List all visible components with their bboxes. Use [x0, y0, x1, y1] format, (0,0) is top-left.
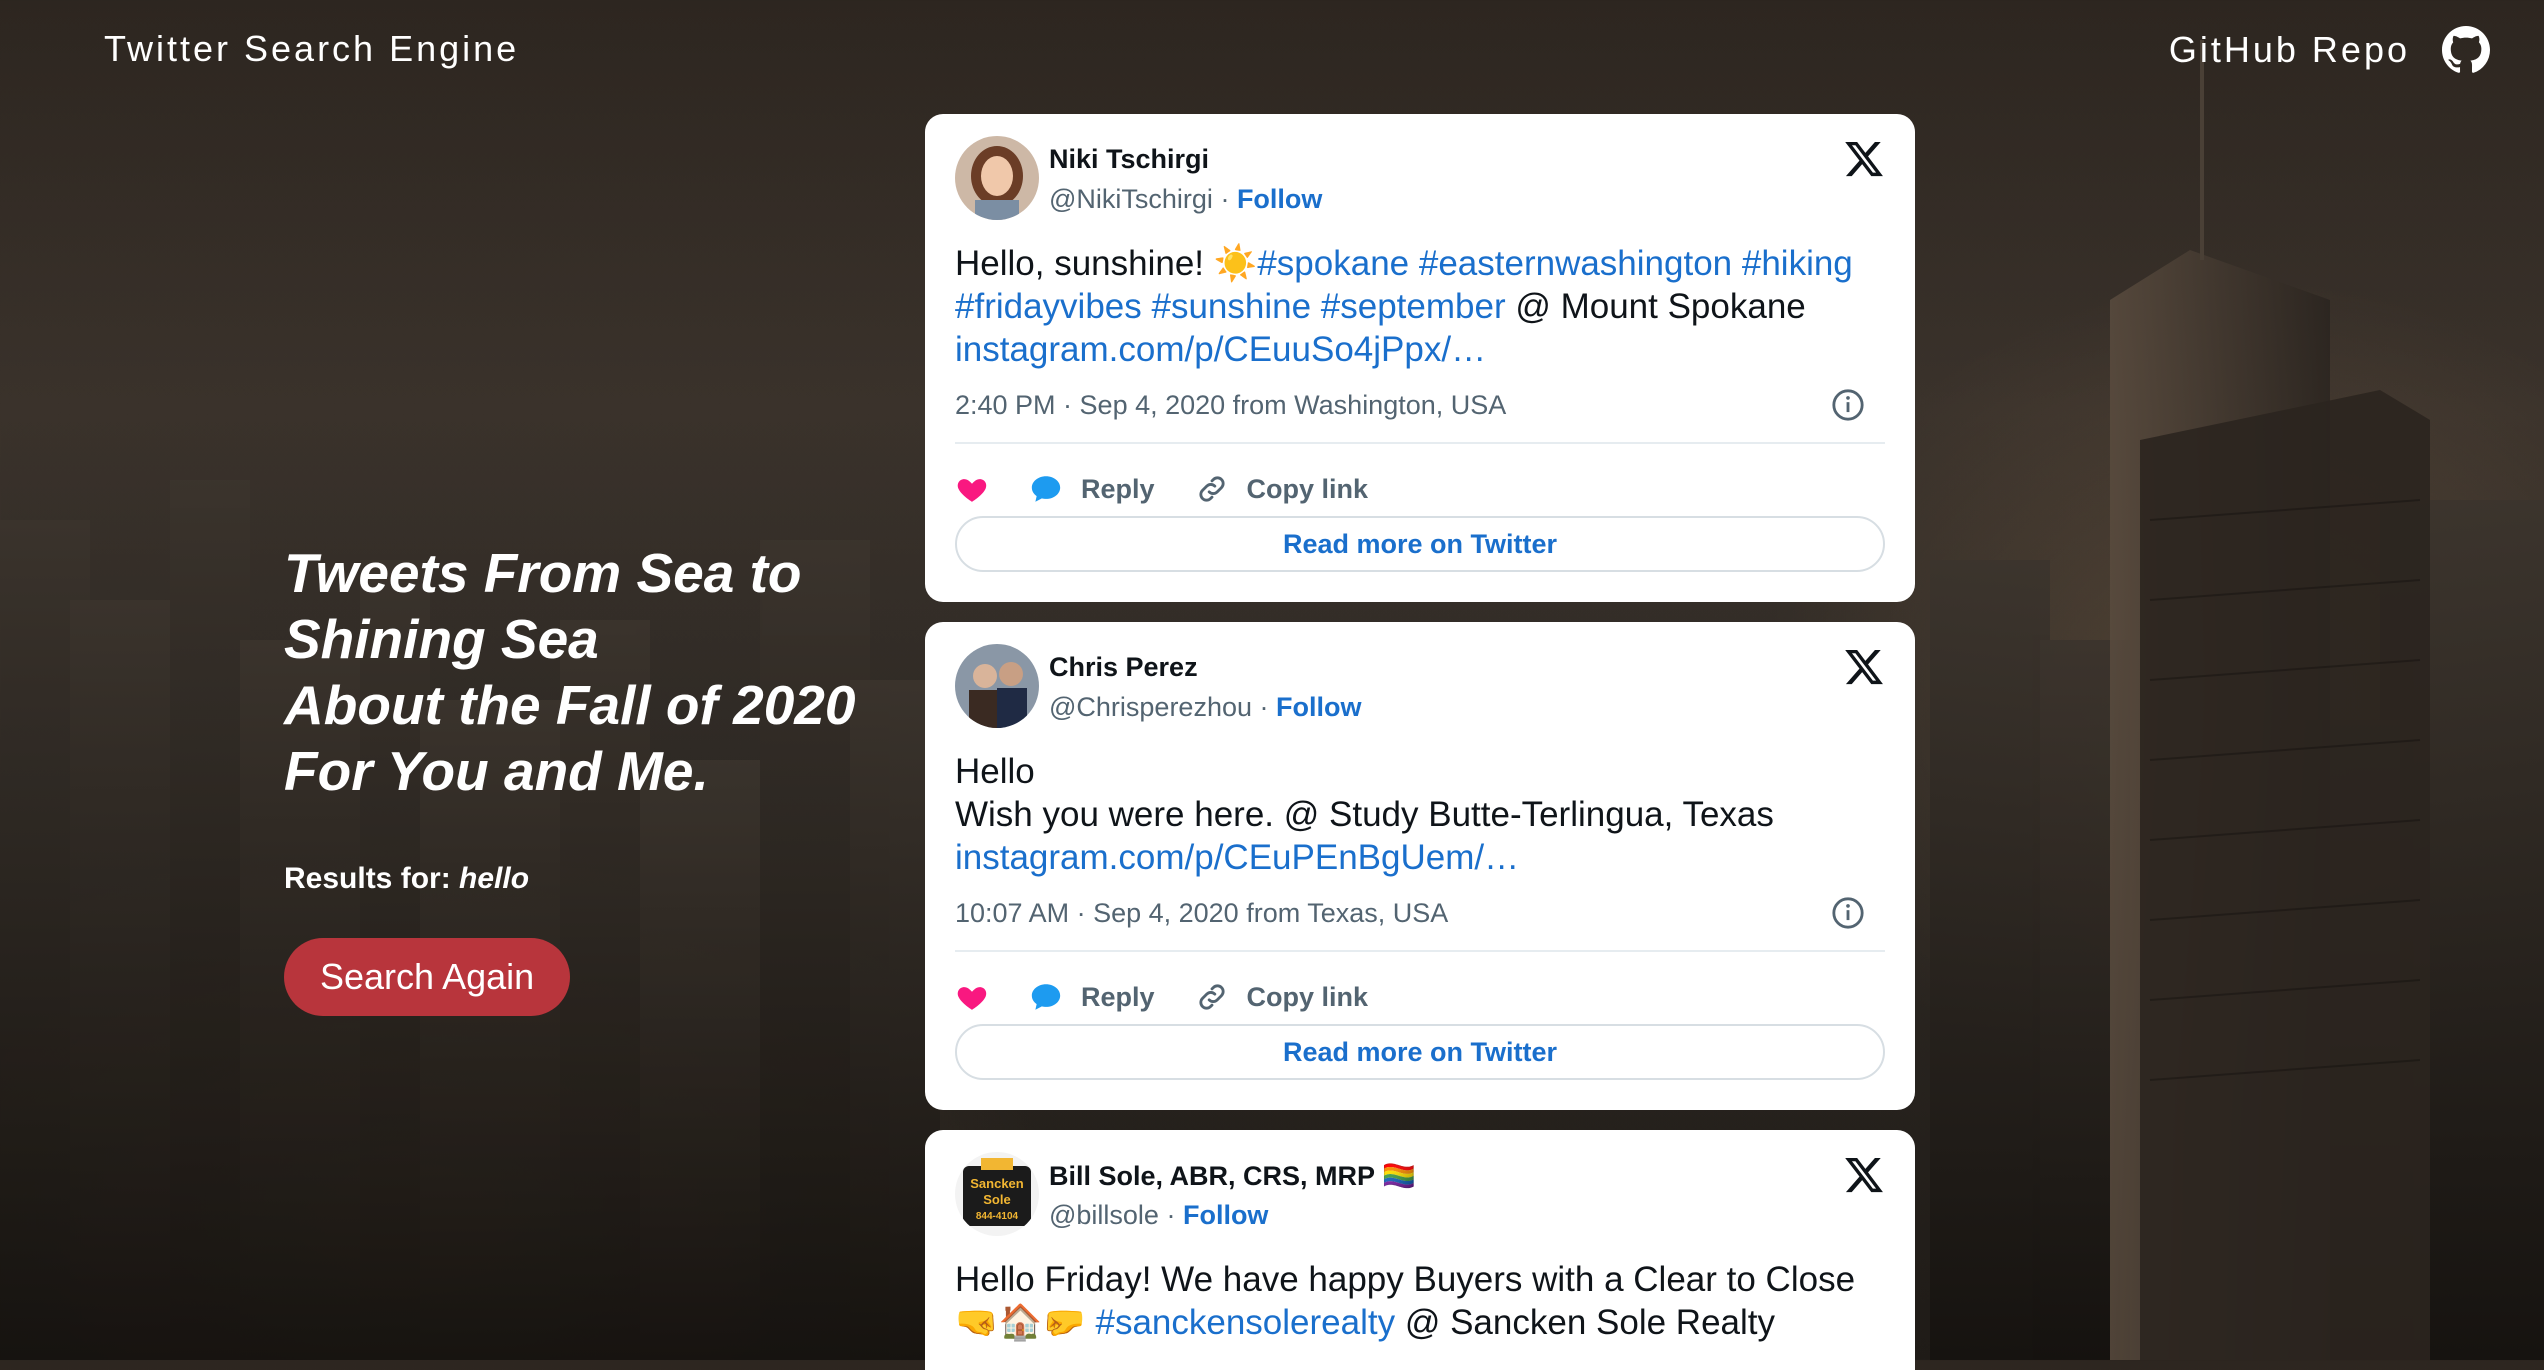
- x-logo-icon[interactable]: [1843, 1154, 1885, 1196]
- read-more-button[interactable]: Read more on Twitter: [955, 1024, 1885, 1080]
- top-nav: Twitter Search Engine GitHub Repo: [0, 0, 2544, 100]
- avatar-image: [955, 136, 1039, 220]
- hero-title-line: For You and Me.: [284, 740, 709, 802]
- instagram-link[interactable]: instagram.com/p/CEuuSo4jPpx/…: [955, 328, 1875, 371]
- hashtag-links[interactable]: #spokane #easternwashington #hiking: [1257, 244, 1852, 283]
- tweet-text-segment: @ Mount Spokane: [1505, 287, 1806, 326]
- divider: [955, 442, 1885, 444]
- tweet-text-segment: @ Sancken Sole Realty: [1395, 1303, 1775, 1342]
- like-button[interactable]: [955, 472, 989, 506]
- author-name[interactable]: Chris Perez: [1049, 652, 1198, 683]
- like-button[interactable]: [955, 980, 989, 1014]
- avatar[interactable]: [955, 136, 1039, 220]
- speech-bubble-icon: [1031, 476, 1061, 502]
- author-handle-row: @NikiTschirgi · Follow: [1049, 184, 1323, 214]
- author-handle-row: @Chrisperezhou · Follow: [1049, 692, 1362, 722]
- copy-link-button[interactable]: Copy link: [1195, 980, 1369, 1014]
- speech-bubble-icon: [1031, 984, 1061, 1010]
- search-query: hello: [459, 862, 530, 895]
- hero-title-line: Tweets From Sea to: [284, 542, 802, 604]
- author-handle[interactable]: @Chrisperezhou: [1049, 692, 1252, 722]
- author-handle[interactable]: @NikiTschirgi: [1049, 184, 1213, 214]
- avatar[interactable]: Sancken Sole 844-4104: [955, 1152, 1039, 1236]
- hero-section: Tweets From Sea to Shining Sea About the…: [284, 540, 924, 1016]
- tweet-text-segment: Hello Friday! We have happy Buyers with …: [955, 1260, 1856, 1299]
- x-logo-icon[interactable]: [1843, 646, 1885, 688]
- copy-link-button[interactable]: Copy link: [1195, 472, 1369, 506]
- tweet-text: Hello Wish you were here. @ Study Butte-…: [955, 750, 1875, 879]
- link-icon: [1199, 984, 1225, 1010]
- tweet-text-segment: Hello, sunshine! ☀️: [955, 244, 1258, 283]
- follow-link[interactable]: Follow: [1183, 1200, 1268, 1230]
- github-icon: [2442, 26, 2490, 73]
- tweet-actions: Reply Copy link: [955, 972, 1408, 1022]
- copy-link-label: Copy link: [1246, 981, 1369, 1012]
- rainbow-flag-emoji: 🏳️‍🌈: [1382, 1161, 1416, 1191]
- heart-icon: [957, 479, 987, 502]
- reply-label: Reply: [1081, 473, 1155, 504]
- info-icon[interactable]: [1831, 388, 1865, 422]
- author-handle-row: @billsole · Follow: [1049, 1200, 1269, 1230]
- reply-button[interactable]: Reply: [1029, 472, 1155, 506]
- hashtag-links[interactable]: #fridayvibes #sunshine #september: [955, 287, 1506, 326]
- reply-button[interactable]: Reply: [1029, 980, 1155, 1014]
- tweet-card: Chris Perez @Chrisperezhou · Follow Hell…: [925, 622, 1915, 1110]
- author-name-row: Bill Sole, ABR, CRS, MRP 🏳️‍🌈: [1049, 1160, 1416, 1192]
- github-repo-label: GitHub Repo: [2168, 29, 2410, 70]
- hero-title-line: Shining Sea: [284, 608, 599, 670]
- tweet-meta[interactable]: 10:07 AM · Sep 4, 2020 from Texas, USA: [955, 898, 1448, 929]
- heart-icon: [957, 987, 987, 1010]
- tweet-actions: Reply Copy link: [955, 464, 1408, 514]
- divider: [955, 950, 1885, 952]
- svg-text:844-4104: 844-4104: [976, 1211, 1019, 1222]
- author-handle[interactable]: @billsole: [1049, 1200, 1159, 1230]
- link-icon: [1199, 476, 1225, 502]
- reply-label: Reply: [1081, 981, 1155, 1012]
- copy-link-label: Copy link: [1246, 473, 1369, 504]
- read-more-button[interactable]: Read more on Twitter: [955, 516, 1885, 572]
- avatar[interactable]: [955, 644, 1039, 728]
- search-again-button[interactable]: Search Again: [284, 938, 571, 1016]
- tweet-text: Hello, sunshine! ☀️#spokane #easternwash…: [955, 242, 1875, 371]
- info-icon[interactable]: [1831, 896, 1865, 930]
- hero-title-line: About the Fall of 2020: [284, 674, 856, 736]
- sancken-sole-logo: Sancken Sole 844-4104: [955, 1152, 1039, 1236]
- tweet-card: Niki Tschirgi @NikiTschirgi · Follow Hel…: [925, 114, 1915, 602]
- avatar-image: [955, 644, 1039, 728]
- author-name[interactable]: Niki Tschirgi: [1049, 144, 1209, 175]
- follow-link[interactable]: Follow: [1237, 184, 1322, 214]
- github-repo-link[interactable]: GitHub Repo: [2169, 26, 2490, 74]
- svg-text:Sancken: Sancken: [970, 1176, 1024, 1191]
- fist-house-emoji: 🤜🏠🤛: [955, 1303, 1086, 1342]
- tweet-text-segment: Hello: [955, 752, 1035, 791]
- tweet-text-segment: Wish you were here. @ Study Butte-Terlin…: [955, 795, 1774, 834]
- hero-title: Tweets From Sea to Shining Sea About the…: [284, 540, 924, 804]
- hashtag-links[interactable]: #sanckensolerealty: [1095, 1303, 1395, 1342]
- x-logo-icon[interactable]: [1843, 138, 1885, 180]
- tweet-text: Hello Friday! We have happy Buyers with …: [955, 1258, 1875, 1344]
- svg-text:Sole: Sole: [983, 1192, 1010, 1207]
- results-label: Results for:: [284, 862, 451, 895]
- tweet-feed: Niki Tschirgi @NikiTschirgi · Follow Hel…: [925, 114, 1915, 1370]
- tweet-card: Sancken Sole 844-4104 Bill Sole, ABR, CR…: [925, 1130, 1915, 1370]
- follow-link[interactable]: Follow: [1276, 692, 1361, 722]
- instagram-link[interactable]: instagram.com/p/CEuPEnBgUem/…: [955, 836, 1875, 879]
- author-name[interactable]: Bill Sole, ABR, CRS, MRP: [1049, 1161, 1375, 1191]
- brand-title[interactable]: Twitter Search Engine: [104, 28, 519, 70]
- results-summary: Results for: hello: [284, 862, 924, 896]
- tweet-meta[interactable]: 2:40 PM · Sep 4, 2020 from Washington, U…: [955, 390, 1506, 421]
